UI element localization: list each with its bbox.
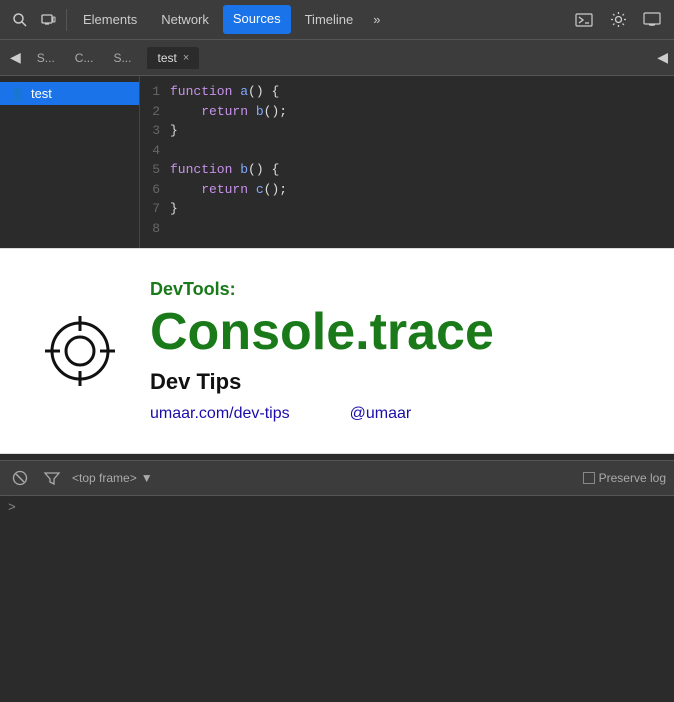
gear-icon[interactable] [604,6,632,34]
overlay-tagline: Dev Tips [150,369,634,395]
search-icon[interactable] [8,8,32,32]
dropdown-arrow-icon: ▼ [141,471,153,485]
toolbar-separator [66,9,67,31]
clear-console-icon[interactable] [8,466,32,490]
overlay-links: umaar.com/dev-tips @umaar [150,405,634,423]
panel-collapse-icon[interactable]: ◀ [657,49,668,66]
tab-sources[interactable]: Sources [223,5,291,34]
overlay-link-twitter[interactable]: @umaar [350,405,412,423]
tab-more[interactable]: » [367,6,386,33]
code-line-2: 2 return b(); [140,102,674,122]
file-tab-test[interactable]: test × [147,47,199,69]
overlay-card: DevTools: Console.trace Dev Tips umaar.c… [0,248,674,454]
panel-tab-content[interactable]: C... [67,47,102,69]
console-frame-filter[interactable]: <top frame> ▼ [72,471,153,485]
console-bar: <top frame> ▼ Preserve log [0,460,674,496]
code-line-4: 4 [140,141,674,161]
file-user-icon: 👤 [10,87,25,101]
sources-panel: 👤 test 1 function a() { 2 return b(); 3 … [0,76,674,276]
code-line-7: 7 } [140,199,674,219]
preserve-log-option[interactable]: Preserve log [583,471,666,485]
code-line-5: 5 function b() { [140,160,674,180]
tab-timeline[interactable]: Timeline [295,6,364,33]
console-area: > [0,496,674,702]
panel-tab-scripts[interactable]: S... [29,47,63,69]
prompt-arrow-icon: > [8,500,16,515]
preserve-log-label: Preserve log [599,471,666,485]
filter-icon[interactable] [40,466,64,490]
close-tab-icon[interactable]: × [183,52,189,64]
code-line-8: 8 [140,219,674,239]
file-tab-name: test [157,51,176,65]
top-toolbar: Elements Network Sources Timeline » [0,0,674,40]
second-bar: ◀ S... C... S... test × ◀ [0,40,674,76]
crosshair-icon [40,311,120,391]
preserve-log-checkbox[interactable] [583,472,595,484]
file-tree-item-test[interactable]: 👤 test [0,82,139,105]
nav-back-icon[interactable]: ◀ [6,47,25,68]
overlay-text-content: DevTools: Console.trace Dev Tips umaar.c… [150,279,634,423]
overlay-title: Console.trace [150,304,634,361]
panel-tab-snippets[interactable]: S... [105,47,139,69]
frame-label: <top frame> [72,471,137,485]
overlay-subtitle: DevTools: [150,279,634,300]
terminal-icon[interactable] [570,6,598,34]
monitor-icon[interactable] [638,6,666,34]
overlay-link-website[interactable]: umaar.com/dev-tips [150,405,290,423]
device-icon[interactable] [36,8,60,32]
tab-elements[interactable]: Elements [73,6,147,33]
console-prompt[interactable]: > [8,500,666,515]
file-tree: 👤 test [0,76,140,276]
toolbar-right [570,6,666,34]
code-line-1: 1 function a() { [140,82,674,102]
file-tree-item-label: test [31,86,52,101]
code-editor[interactable]: 1 function a() { 2 return b(); 3 } 4 5 f… [140,76,674,276]
code-line-3: 3 } [140,121,674,141]
code-line-6: 6 return c(); [140,180,674,200]
tab-network[interactable]: Network [151,6,219,33]
